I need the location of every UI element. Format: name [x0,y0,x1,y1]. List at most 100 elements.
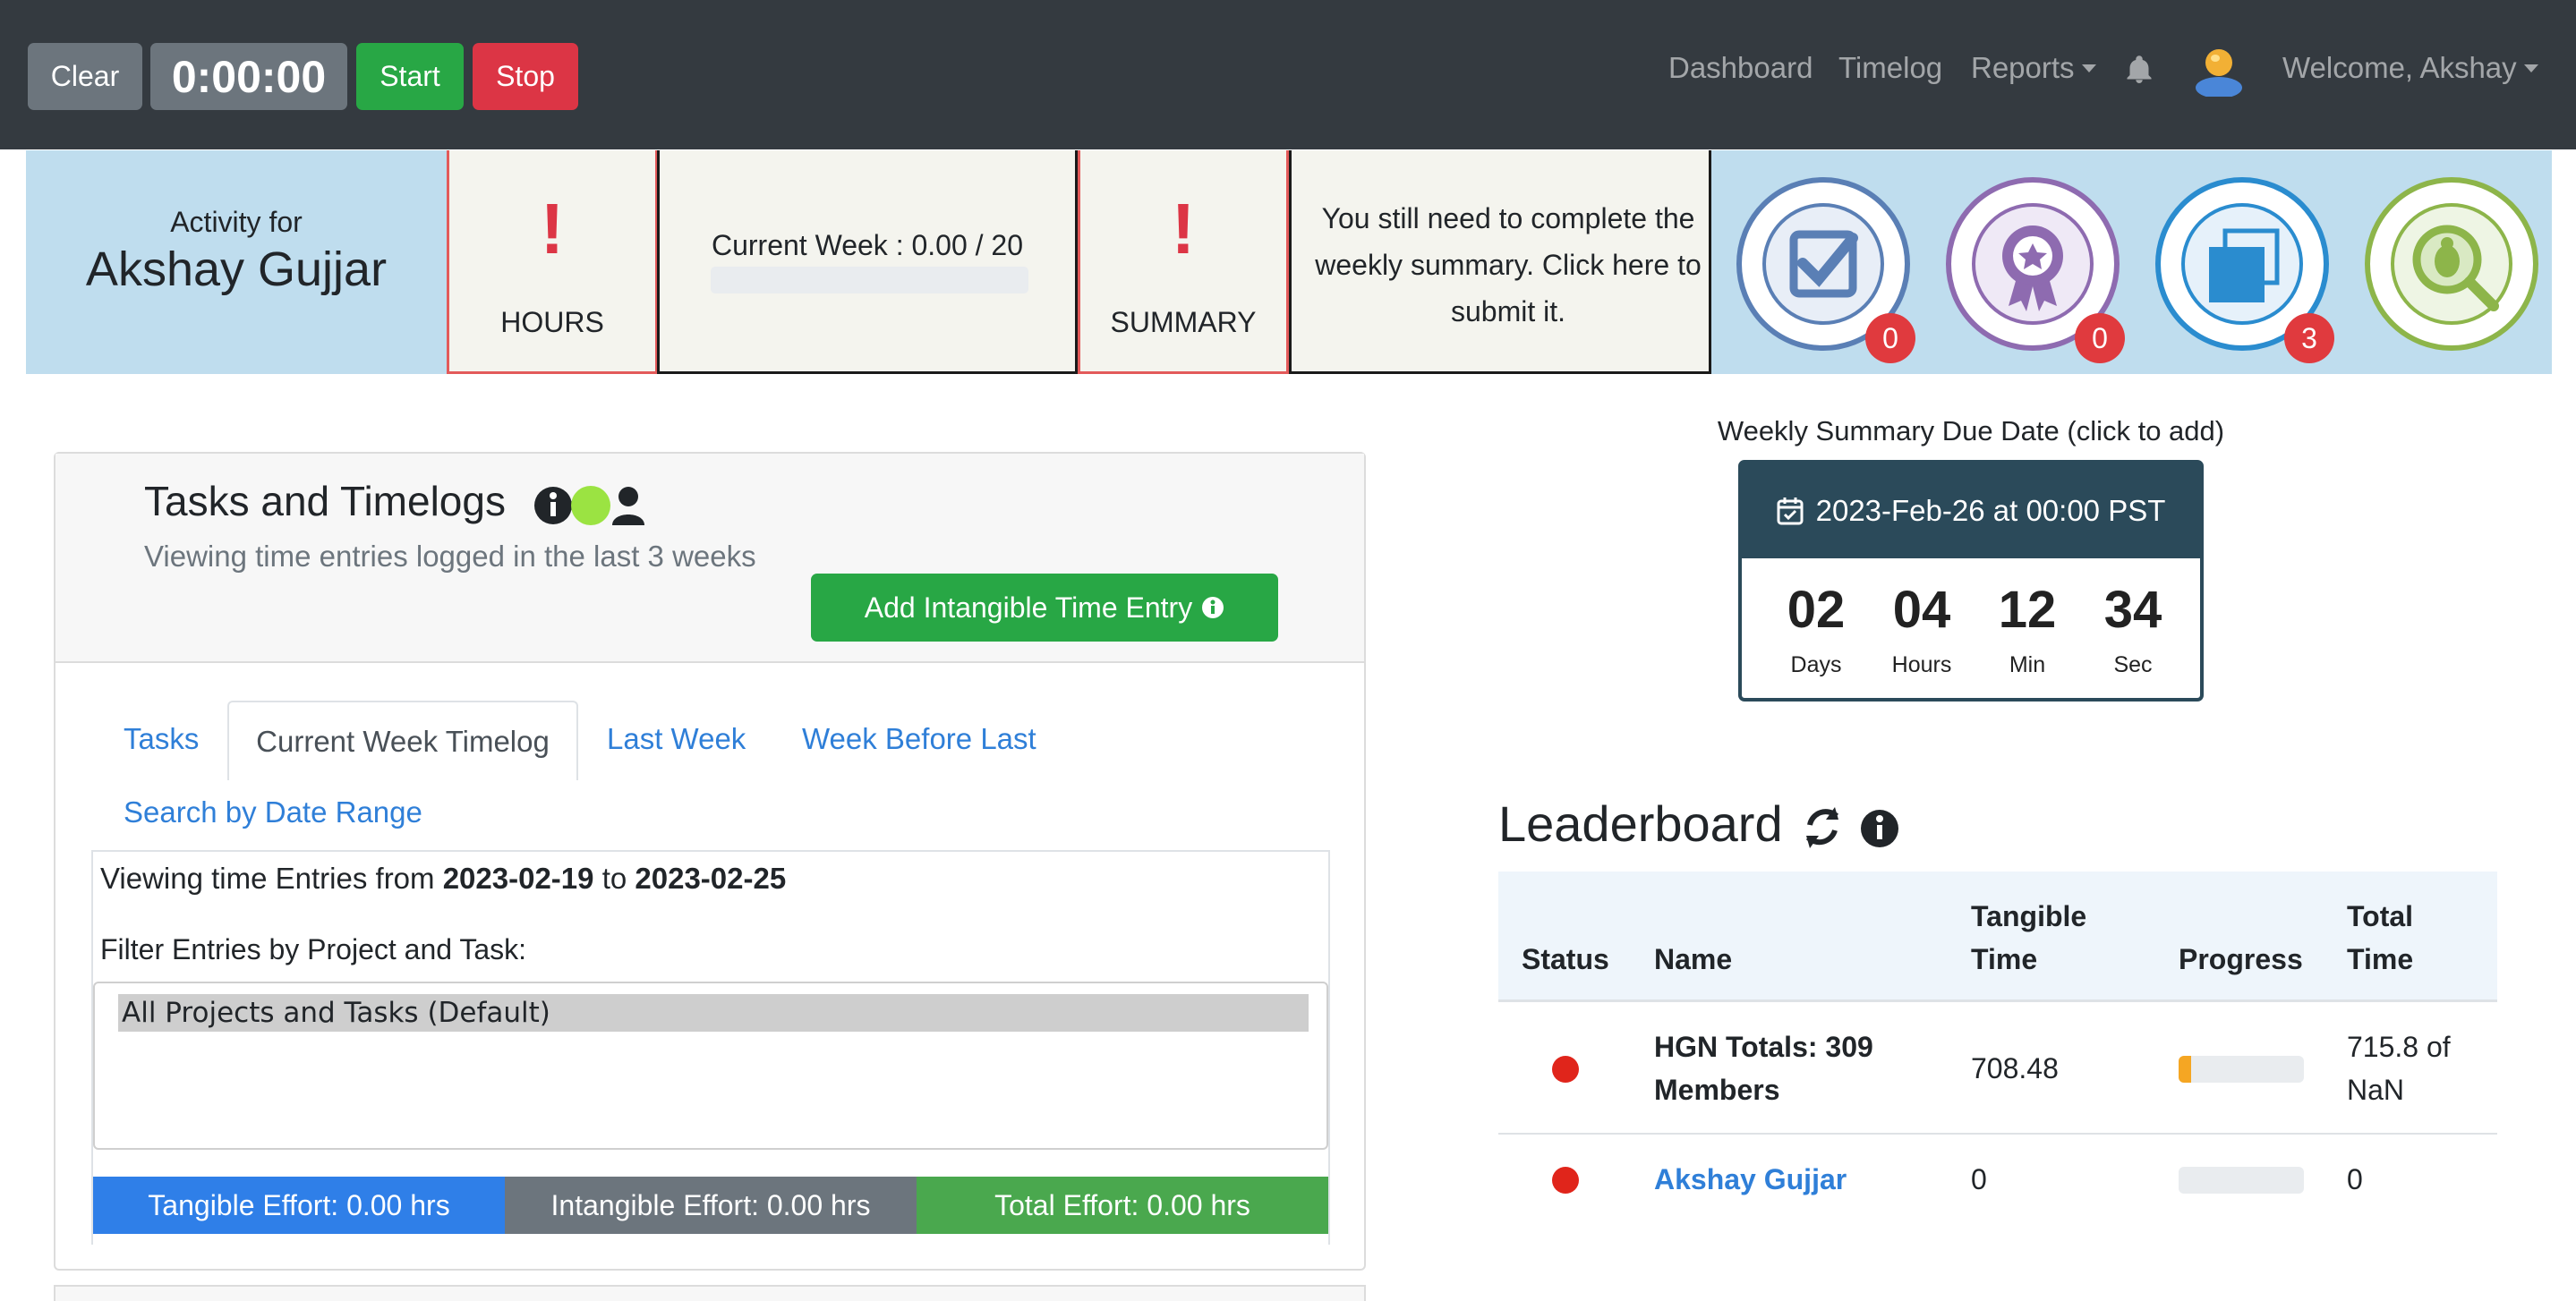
due-date-header: 2023-Feb-26 at 00:00 PST [1742,463,2200,558]
countdown-minutes-unit: Min [2009,652,2046,677]
tasks-title-icons [534,486,644,525]
totals-name: HGN Totals: 309 Members [1654,1031,1873,1106]
project-task-filter-select[interactable]: All Projects and Tasks (Default) [93,982,1328,1150]
activity-label: Activity for [170,206,303,238]
bell-icon[interactable] [2123,54,2155,86]
header-progress: Progress [2179,943,2303,975]
totals-tangible: 708.48 [1971,1052,2059,1084]
top-navbar: Clear 0:00:00 Start Stop Dashboard Timel… [0,0,2576,149]
countdown-minutes: 12 Min [1975,580,2080,678]
due-date-countdown[interactable]: 2023-Feb-26 at 00:00 PST 02 Days 04 Hour… [1738,460,2204,702]
leaderboard-title: Leaderboard [1498,795,1783,852]
countdown-minutes-value: 12 [1998,581,2057,639]
add-intangible-label: Add Intangible Time Entry [864,591,1193,624]
user-menu-dropdown[interactable]: Welcome, Akshay [2282,47,2538,89]
hours-caption: HOURS [500,306,604,338]
nav-timelog-link[interactable]: Timelog [1838,47,1942,89]
countdown-days-value: 02 [1787,581,1846,639]
exclamation-icon: ! [540,189,565,268]
badges-earned-badge[interactable]: 0 [1944,175,2125,363]
avatar-icon[interactable] [2191,41,2247,97]
nav-dashboard-link[interactable]: Dashboard [1668,47,1813,89]
totals-progress-bar [2179,1056,2304,1083]
user-tangible: 0 [1971,1163,1987,1195]
exclamation-icon: ! [1171,189,1196,268]
countdown-seconds-unit: Sec [2113,652,2153,677]
clear-button[interactable]: Clear [28,43,142,110]
weekly-summary-notice-text: You still need to complete the weekly su… [1315,202,1702,327]
tab-week-before-last[interactable]: Week Before Last [802,722,1036,756]
totals-total-time: 715.8 of NaN [2347,1031,2451,1106]
chevron-down-icon [2523,64,2538,72]
report-bug-icon [2365,177,2538,351]
tab-last-week[interactable]: Last Week [607,722,746,756]
current-week-progress-bar [711,267,1028,293]
user-icon[interactable] [612,487,644,525]
header-status: Status [1522,943,1609,975]
status-dot [1552,1056,1579,1083]
report-app-bug-badge[interactable] [2363,175,2540,353]
countdown-hours-unit: Hours [1891,652,1952,677]
status-dot [1552,1167,1579,1194]
activity-user-name: Akshay Gujjar [85,242,388,296]
leaderboard-row-totals: HGN Totals: 309 Members 708.48 715.8 of … [1498,1002,2497,1135]
timer-display: 0:00:00 [150,43,347,110]
stop-button[interactable]: Stop [473,43,578,110]
add-intangible-time-button[interactable]: Add Intangible Time Entry [811,574,1278,642]
viewing-to-word: to [601,862,627,895]
tab-tasks[interactable]: Tasks [124,722,199,756]
leaderboard-icons [1805,807,1898,848]
blue-square-count: 3 [2284,313,2334,363]
tasks-subtitle: Viewing time entries logged in the last … [144,540,756,573]
user-name-link[interactable]: Akshay Gujjar [1654,1158,1847,1201]
blue-square-badge[interactable]: 3 [2154,175,2334,363]
filter-option-all[interactable]: All Projects and Tasks (Default) [118,994,1309,1032]
next-card-edge [54,1285,1366,1301]
tangible-effort-bar: Tangible Effort: 0.00 hrs [93,1177,505,1234]
leaderboard-header-row: Status Name Tangible Time Progress Total… [1498,872,2497,1002]
viewing-range-text: Viewing time Entries from 2023-02-19 to … [100,862,786,896]
hours-status-card[interactable]: ! HOURS [447,150,658,374]
start-button[interactable]: Start [356,43,464,110]
info-icon [1202,597,1224,618]
filter-label: Filter Entries by Project and Task: [100,933,527,965]
countdown-days-unit: Days [1790,652,1842,677]
nav-reports-label: Reports [1971,51,2075,84]
refresh-icon[interactable] [1805,807,1839,848]
countdown-seconds: 34 Sec [2080,580,2186,678]
user-total-time: 0 [2347,1163,2363,1195]
header-tangible-time: Tangible Time [1971,900,2087,975]
viewing-to-date: 2023-02-25 [635,862,787,895]
badges-earned-count: 0 [2075,313,2125,363]
chevron-down-icon [2081,64,2096,72]
countdown-seconds-value: 34 [2103,581,2162,639]
summary-caption: SUMMARY [1110,306,1257,338]
due-date-label[interactable]: Weekly Summary Due Date (click to add) [1683,415,2259,447]
info-icon[interactable] [534,487,572,524]
totals-progress-fill [2179,1056,2191,1083]
nav-reports-dropdown[interactable]: Reports [1971,47,2096,89]
tab-current-week-timelog[interactable]: Current Week Timelog [227,701,578,780]
countdown-days: 02 Days [1763,580,1869,678]
total-effort-bar: Total Effort: 0.00 hrs [917,1177,1328,1234]
user-progress-bar [2179,1167,2304,1194]
countdown-hours-value: 04 [1892,581,1951,639]
welcome-label: Welcome, Akshay [2282,51,2517,84]
intangible-effort-bar: Intangible Effort: 0.00 hrs [505,1177,917,1234]
viewing-from-date: 2023-02-19 [442,862,594,895]
info-icon[interactable] [1861,810,1898,847]
viewing-prefix: Viewing time Entries from [100,862,435,895]
tasks-badge[interactable]: 0 [1735,175,1915,363]
header-name: Name [1654,943,1733,975]
weekly-summary-notice[interactable]: You still need to complete the weekly su… [1289,150,1711,374]
calendar-check-icon [1777,497,1804,525]
tasks-title: Tasks and Timelogs [144,478,506,524]
status-dot-icon [571,486,610,525]
tasks-badge-count: 0 [1865,313,1915,363]
due-date-text: 2023-Feb-26 at 00:00 PST [1815,494,2166,527]
current-week-text: Current Week : 0.00 / 20 [711,229,1024,261]
current-week-card: Current Week : 0.00 / 20 [657,150,1078,374]
tab-search-by-date-range[interactable]: Search by Date Range [124,795,422,829]
header-total-time: Total Time [2347,900,2414,975]
summary-status-card[interactable]: ! SUMMARY [1078,150,1289,374]
